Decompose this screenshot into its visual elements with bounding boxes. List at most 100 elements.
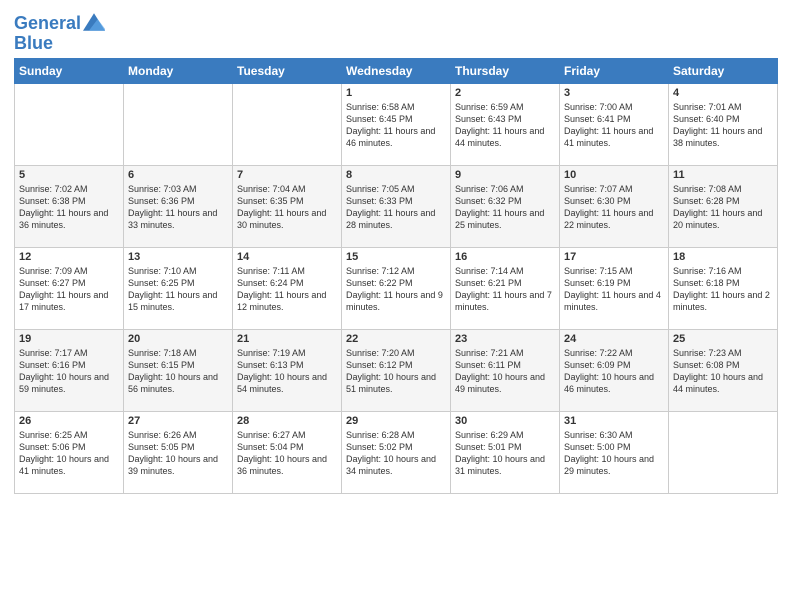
calendar-cell: 20Sunrise: 7:18 AM Sunset: 6:15 PM Dayli…: [124, 329, 233, 411]
day-number: 1: [346, 87, 446, 99]
day-number: 6: [128, 169, 228, 181]
calendar-cell: 31 Sunrise: 6:30 AM Sunset: 5:00 PM Dayli…: [560, 411, 669, 493]
day-content: Sunrise: 7:16 AM Sunset: 6:18 PM Dayligh…: [673, 265, 773, 314]
day-number: 13: [128, 251, 228, 263]
calendar-cell: 28 Sunrise: 6:27 AM Sunset: 5:04 PM Dayli…: [233, 411, 342, 493]
day-content: Sunrise: 7:12 AM Sunset: 6:22 PM Dayligh…: [346, 265, 446, 314]
day-content: Sunrise: 7:21 AM Sunset: 6:11 PM Dayligh…: [455, 347, 555, 396]
day-content: Sunrise: 7:00 AM Sunset: 6:41 PM Dayligh…: [564, 101, 664, 150]
day-content: Sunrise: 6:25 AM Sunset: 5:06 PM Dayligh…: [19, 429, 119, 478]
calendar-cell: 6 Sunrise: 7:03 AM Sunset: 6:36 PM Daylig…: [124, 165, 233, 247]
day-content: Sunrise: 7:22 AM Sunset: 6:09 PM Dayligh…: [564, 347, 664, 396]
day-content: Sunrise: 7:11 AM Sunset: 6:24 PM Dayligh…: [237, 265, 337, 314]
day-content: Sunrise: 7:17 AM Sunset: 6:16 PM Dayligh…: [19, 347, 119, 396]
day-number: 19: [19, 333, 119, 345]
logo-icon: [83, 13, 105, 31]
day-number: 27: [128, 415, 228, 427]
day-content: Sunrise: 6:59 AM Sunset: 6:43 PM Dayligh…: [455, 101, 555, 150]
calendar-cell: 22 Sunrise: 7:20 AM Sunset: 6:12 PM Dayli…: [342, 329, 451, 411]
day-number: 3: [564, 87, 664, 99]
day-content: Sunrise: 7:14 AM Sunset: 6:21 PM Dayligh…: [455, 265, 555, 314]
calendar-cell: 16 Sunrise: 7:14 AM Sunset: 6:21 PM Dayli…: [451, 247, 560, 329]
day-content: Sunrise: 6:28 AM Sunset: 5:02 PM Dayligh…: [346, 429, 446, 478]
day-content: Sunrise: 7:18 AM Sunset: 6:15 PM Dayligh…: [128, 347, 228, 396]
calendar-cell: 24 Sunrise: 7:22 AM Sunset: 6:09 PM Dayli…: [560, 329, 669, 411]
day-content: Sunrise: 7:07 AM Sunset: 6:30 PM Dayligh…: [564, 183, 664, 232]
day-content: Sunrise: 7:02 AM Sunset: 6:38 PM Dayligh…: [19, 183, 119, 232]
day-content: Sunrise: 7:04 AM Sunset: 6:35 PM Dayligh…: [237, 183, 337, 232]
calendar-cell: 14 Sunrise: 7:11 AM Sunset: 6:24 PM Dayli…: [233, 247, 342, 329]
day-content: Sunrise: 7:06 AM Sunset: 6:32 PM Dayligh…: [455, 183, 555, 232]
day-content: Sunrise: 6:29 AM Sunset: 5:01 PM Dayligh…: [455, 429, 555, 478]
day-number: 17: [564, 251, 664, 263]
day-number: 8: [346, 169, 446, 181]
day-number: 14: [237, 251, 337, 263]
day-content: Sunrise: 7:03 AM Sunset: 6:36 PM Dayligh…: [128, 183, 228, 232]
calendar-cell: [124, 83, 233, 165]
day-number: 25: [673, 333, 773, 345]
col-header-thursday: Thursday: [451, 58, 560, 83]
calendar-cell: 25 Sunrise: 7:23 AM Sunset: 6:08 PM Dayli…: [669, 329, 778, 411]
calendar-cell: 15 Sunrise: 7:12 AM Sunset: 6:22 PM Dayli…: [342, 247, 451, 329]
day-number: 12: [19, 251, 119, 263]
day-number: 24: [564, 333, 664, 345]
day-content: Sunrise: 7:08 AM Sunset: 6:28 PM Dayligh…: [673, 183, 773, 232]
col-header-saturday: Saturday: [669, 58, 778, 83]
day-number: 15: [346, 251, 446, 263]
calendar-cell: 9 Sunrise: 7:06 AM Sunset: 6:32 PM Daylig…: [451, 165, 560, 247]
day-number: 30: [455, 415, 555, 427]
day-number: 10: [564, 169, 664, 181]
day-number: 28: [237, 415, 337, 427]
calendar-cell: [233, 83, 342, 165]
day-number: 2: [455, 87, 555, 99]
calendar-cell: 18 Sunrise: 7:16 AM Sunset: 6:18 PM Dayli…: [669, 247, 778, 329]
day-content: Sunrise: 6:30 AM Sunset: 5:00 PM Dayligh…: [564, 429, 664, 478]
day-number: 23: [455, 333, 555, 345]
day-number: 21: [237, 333, 337, 345]
col-header-sunday: Sunday: [15, 58, 124, 83]
day-number: 29: [346, 415, 446, 427]
day-number: 11: [673, 169, 773, 181]
calendar-cell: 10 Sunrise: 7:07 AM Sunset: 6:30 PM Dayli…: [560, 165, 669, 247]
day-number: 26: [19, 415, 119, 427]
day-content: Sunrise: 7:10 AM Sunset: 6:25 PM Dayligh…: [128, 265, 228, 314]
col-header-friday: Friday: [560, 58, 669, 83]
calendar-cell: [15, 83, 124, 165]
day-content: Sunrise: 7:15 AM Sunset: 6:19 PM Dayligh…: [564, 265, 664, 314]
logo-blue-text: Blue: [14, 33, 53, 53]
calendar-cell: 21 Sunrise: 7:19 AM Sunset: 6:13 PM Dayli…: [233, 329, 342, 411]
day-content: Sunrise: 7:20 AM Sunset: 6:12 PM Dayligh…: [346, 347, 446, 396]
day-number: 16: [455, 251, 555, 263]
day-number: 9: [455, 169, 555, 181]
day-content: Sunrise: 7:09 AM Sunset: 6:27 PM Dayligh…: [19, 265, 119, 314]
day-content: Sunrise: 7:19 AM Sunset: 6:13 PM Dayligh…: [237, 347, 337, 396]
col-header-wednesday: Wednesday: [342, 58, 451, 83]
calendar-cell: 11 Sunrise: 7:08 AM Sunset: 6:28 PM Dayli…: [669, 165, 778, 247]
col-header-monday: Monday: [124, 58, 233, 83]
calendar-cell: 4Sunrise: 7:01 AM Sunset: 6:40 PM Daylig…: [669, 83, 778, 165]
calendar-cell: 13 Sunrise: 7:10 AM Sunset: 6:25 PM Dayli…: [124, 247, 233, 329]
calendar-cell: 8Sunrise: 7:05 AM Sunset: 6:33 PM Daylig…: [342, 165, 451, 247]
day-content: Sunrise: 7:01 AM Sunset: 6:40 PM Dayligh…: [673, 101, 773, 150]
calendar-table: SundayMondayTuesdayWednesdayThursdayFrid…: [14, 58, 778, 494]
calendar-cell: 17 Sunrise: 7:15 AM Sunset: 6:19 PM Dayli…: [560, 247, 669, 329]
day-content: Sunrise: 6:27 AM Sunset: 5:04 PM Dayligh…: [237, 429, 337, 478]
calendar-cell: 29 Sunrise: 6:28 AM Sunset: 5:02 PM Dayli…: [342, 411, 451, 493]
calendar-cell: [669, 411, 778, 493]
calendar-cell: 2 Sunrise: 6:59 AM Sunset: 6:43 PM Daylig…: [451, 83, 560, 165]
day-number: 5: [19, 169, 119, 181]
day-content: Sunrise: 7:23 AM Sunset: 6:08 PM Dayligh…: [673, 347, 773, 396]
day-content: Sunrise: 6:26 AM Sunset: 5:05 PM Dayligh…: [128, 429, 228, 478]
day-number: 18: [673, 251, 773, 263]
calendar-cell: 27 Sunrise: 6:26 AM Sunset: 5:05 PM Dayli…: [124, 411, 233, 493]
calendar-cell: 30 Sunrise: 6:29 AM Sunset: 5:01 PM Dayli…: [451, 411, 560, 493]
day-number: 31: [564, 415, 664, 427]
page-header: General Blue: [14, 10, 778, 54]
calendar-cell: 5 Sunrise: 7:02 AM Sunset: 6:38 PM Daylig…: [15, 165, 124, 247]
logo: General Blue: [14, 14, 105, 54]
calendar-cell: 7Sunrise: 7:04 AM Sunset: 6:35 PM Daylig…: [233, 165, 342, 247]
day-content: Sunrise: 6:58 AM Sunset: 6:45 PM Dayligh…: [346, 101, 446, 150]
calendar-cell: 19 Sunrise: 7:17 AM Sunset: 6:16 PM Dayli…: [15, 329, 124, 411]
day-number: 22: [346, 333, 446, 345]
calendar-cell: 12 Sunrise: 7:09 AM Sunset: 6:27 PM Dayli…: [15, 247, 124, 329]
